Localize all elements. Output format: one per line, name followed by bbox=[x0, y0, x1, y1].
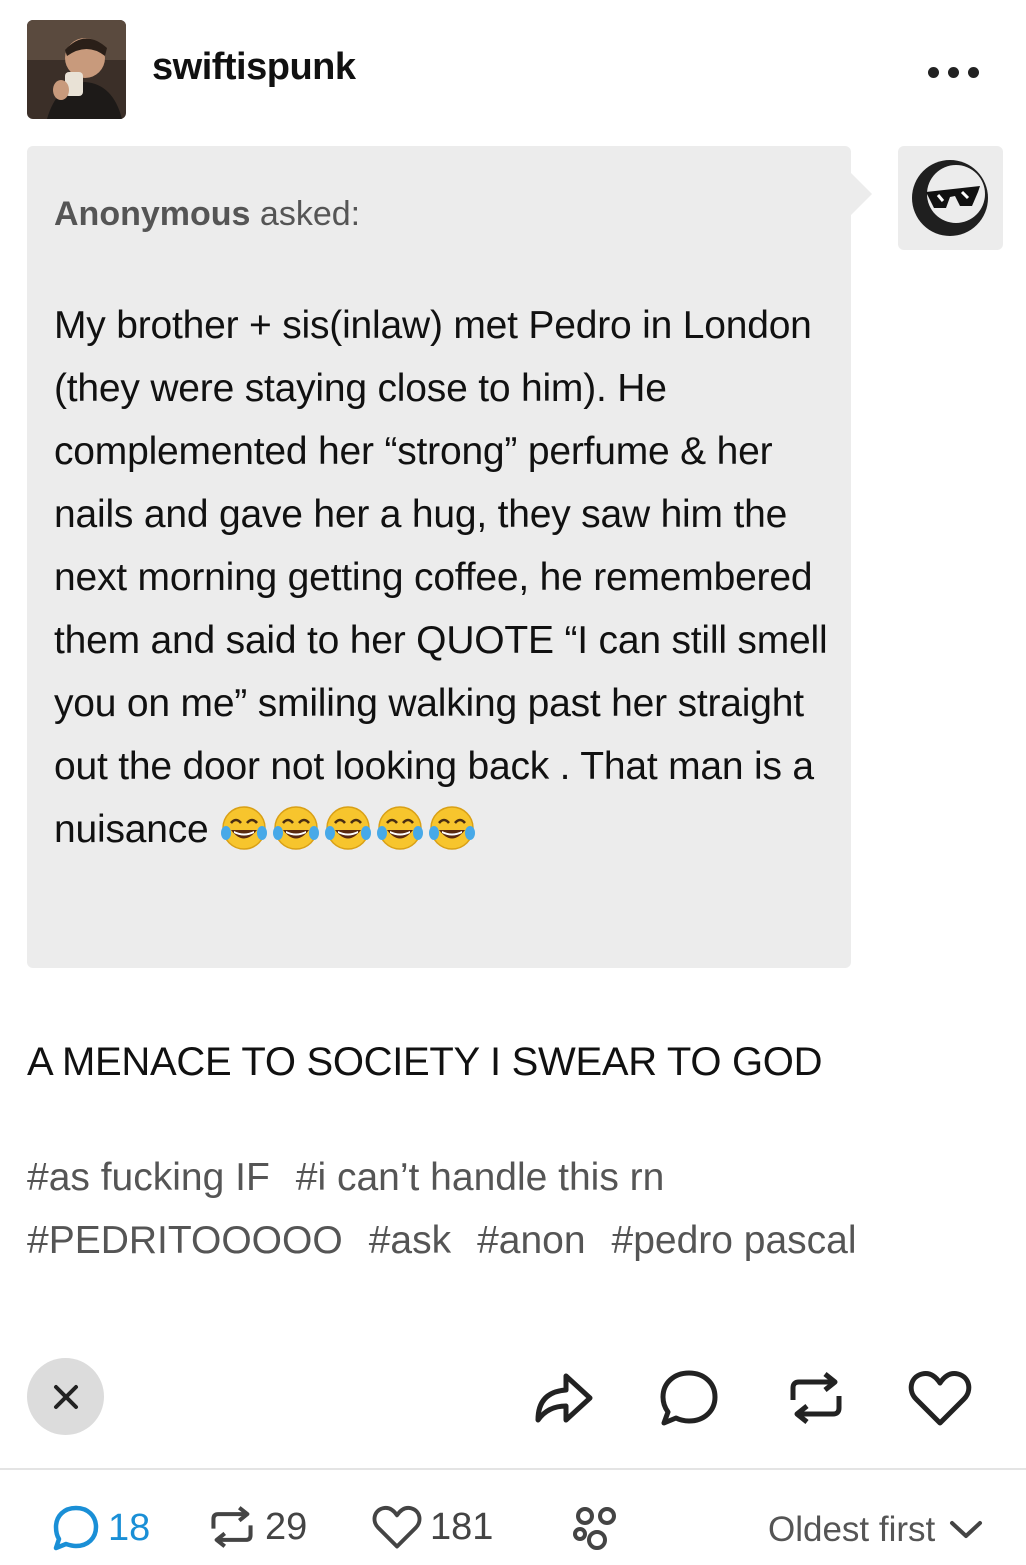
more-options-button[interactable] bbox=[928, 60, 990, 84]
more-dot-icon bbox=[928, 66, 939, 78]
ask-question-text: My brother + sis(inlaw) met Pedro in Lon… bbox=[54, 304, 828, 851]
replies-count-button[interactable]: 18 bbox=[52, 1504, 150, 1552]
close-icon bbox=[53, 1384, 78, 1409]
reblog-icon[interactable] bbox=[785, 1370, 847, 1426]
likes-count: 181 bbox=[430, 1505, 494, 1548]
laughing-tears-emoji-icon bbox=[377, 805, 424, 850]
sort-dropdown[interactable]: Oldest first bbox=[768, 1510, 983, 1550]
sort-label: Oldest first bbox=[768, 1510, 936, 1549]
heart-icon bbox=[372, 1505, 422, 1549]
asker-name: Anonymous bbox=[54, 195, 251, 233]
reblogs-count: 29 bbox=[265, 1505, 308, 1548]
reply-icon bbox=[53, 1505, 99, 1551]
post-tags: #as fucking IF #i can’t handle this rn #P… bbox=[27, 1146, 987, 1272]
heart-icon[interactable] bbox=[908, 1369, 972, 1427]
tag[interactable]: #as fucking IF bbox=[27, 1146, 270, 1209]
laughing-tears-emoji-icon bbox=[273, 805, 320, 850]
ask-question: My brother + sis(inlaw) met Pedro in Lon… bbox=[54, 294, 844, 861]
asked-label: asked: bbox=[259, 195, 361, 233]
post-answer: A MENACE TO SOCIETY I SWEAR TO GOD bbox=[27, 1040, 823, 1084]
replies-count: 18 bbox=[108, 1506, 151, 1549]
reblog-icon bbox=[211, 1506, 253, 1548]
more-dot-icon bbox=[948, 66, 959, 78]
more-dot-icon bbox=[968, 66, 979, 78]
ask-bubble-tail bbox=[848, 170, 872, 218]
chevron-down-icon bbox=[950, 1521, 983, 1538]
community-labels-icon[interactable] bbox=[570, 1506, 622, 1552]
close-button[interactable] bbox=[27, 1358, 104, 1435]
tag[interactable]: #ask bbox=[369, 1209, 451, 1272]
tag[interactable]: #pedro pascal bbox=[612, 1209, 857, 1272]
reblogs-count-button[interactable]: 29 bbox=[207, 1504, 307, 1550]
reply-icon[interactable] bbox=[658, 1367, 720, 1429]
ask-header: Anonymous asked: bbox=[54, 195, 360, 234]
tag[interactable]: #PEDRITOOOOO bbox=[27, 1209, 343, 1272]
tag[interactable]: #anon bbox=[477, 1209, 585, 1272]
laughing-emoji-row bbox=[219, 803, 477, 853]
laughing-tears-emoji-icon bbox=[429, 805, 476, 850]
share-icon[interactable] bbox=[532, 1366, 596, 1426]
likes-count-button[interactable]: 181 bbox=[372, 1504, 493, 1550]
laughing-tears-emoji-icon bbox=[325, 805, 372, 850]
blog-avatar[interactable] bbox=[27, 20, 126, 119]
divider bbox=[0, 1468, 1026, 1470]
anonymous-avatar bbox=[898, 146, 1003, 250]
anonymous-sunglasses-icon bbox=[912, 160, 988, 236]
laughing-tears-emoji-icon bbox=[221, 805, 268, 850]
tag[interactable]: #i can’t handle this rn bbox=[296, 1146, 665, 1209]
blog-name[interactable]: swiftispunk bbox=[152, 46, 356, 89]
